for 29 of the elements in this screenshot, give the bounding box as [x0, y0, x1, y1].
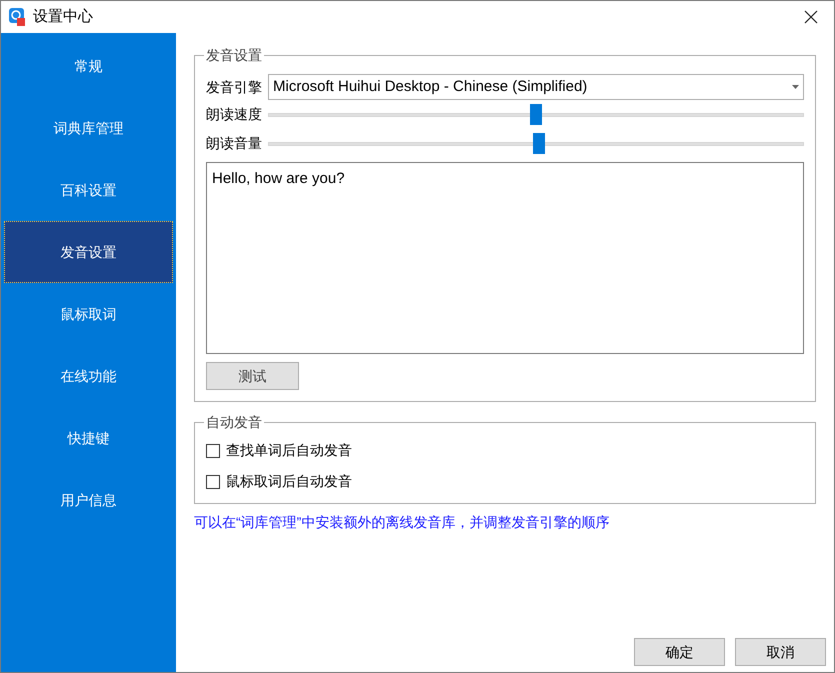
dialog-button[interactable]: 确定 — [634, 638, 725, 666]
slider-thumb[interactable] — [530, 104, 542, 124]
close-icon[interactable] — [804, 10, 818, 24]
sidebar-item[interactable]: 用户信息 — [4, 469, 173, 531]
slider-label: 朗读速度 — [206, 105, 262, 124]
slider-label: 朗读音量 — [206, 134, 262, 153]
app-icon — [9, 8, 25, 26]
hint-text: 可以在“词库管理”中安装额外的离线发音库，并调整发音引擎的顺序 — [194, 513, 610, 532]
checkbox[interactable] — [206, 474, 220, 488]
checkbox-label: 查找单词后自动发音 — [226, 441, 352, 460]
caret-icon — [792, 85, 799, 89]
sidebar-item[interactable]: 百科设置 — [4, 159, 173, 221]
sidebar-item[interactable]: 发音设置 — [4, 221, 173, 283]
sidebar-item[interactable]: 鼠标取词 — [4, 283, 173, 345]
window-title: 设置中心 — [33, 6, 93, 27]
checkbox[interactable] — [206, 444, 220, 458]
checkbox-label: 鼠标取词后自动发音 — [226, 472, 352, 491]
sidebar-item[interactable]: 在线功能 — [4, 345, 173, 407]
sidebar-item[interactable]: 常规 — [4, 35, 173, 97]
engine-label: 发音引擎 — [206, 78, 262, 96]
text-area[interactable]: Hello, how are you? — [206, 162, 804, 354]
group-title: 发音设置 — [205, 46, 263, 65]
sidebar-item[interactable]: 词典库管理 — [4, 97, 173, 159]
slider-thumb[interactable] — [532, 132, 545, 154]
test-button[interactable]: 测试 — [206, 362, 299, 390]
sidebar-item[interactable]: 快捷键 — [4, 407, 173, 469]
group-title: 自动发音 — [205, 413, 263, 432]
engine-dropdown[interactable]: Microsoft Huihui Desktop - Chinese (Simplified) — [268, 74, 804, 100]
dialog-button[interactable]: 取消 — [735, 638, 826, 666]
